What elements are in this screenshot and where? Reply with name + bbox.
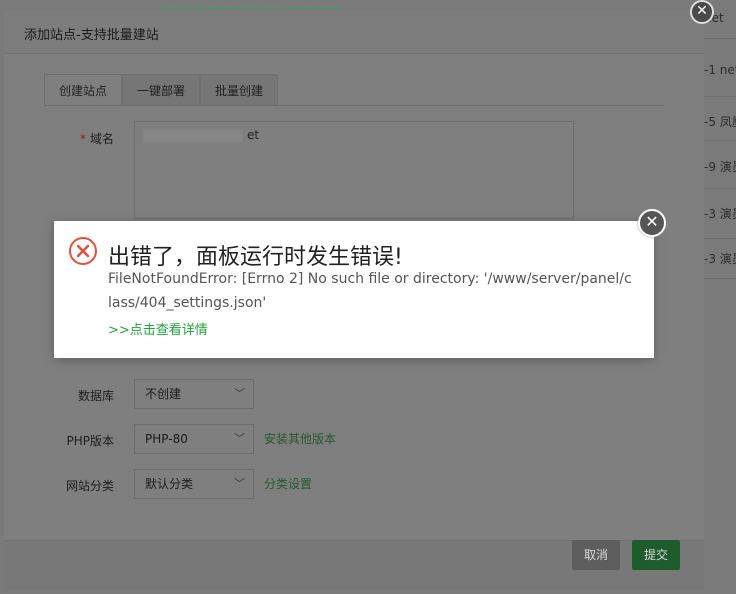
tab-divider — [44, 105, 664, 106]
divider — [700, 38, 736, 39]
submit-button[interactable]: 提交 — [632, 540, 680, 570]
list-item: -9 演员 — [704, 160, 736, 174]
site-category-label: 网站分类 — [65, 479, 114, 493]
divider — [700, 238, 736, 239]
php-version-select[interactable]: PHP-80 ﹀ — [134, 424, 254, 454]
list-item: -3 演员 — [704, 207, 736, 221]
domain-value-tail: et — [247, 128, 260, 142]
tab-bar: 创建站点 一键部署 批量创建 — [44, 74, 279, 106]
chevron-down-icon: ﹀ — [234, 387, 245, 400]
divider — [700, 278, 736, 279]
site-category-select-value: 默认分类 — [145, 477, 194, 491]
chevron-down-icon: ﹀ — [234, 477, 245, 490]
redacted-domain-text — [143, 130, 243, 142]
cancel-button[interactable]: 取消 — [572, 540, 620, 570]
error-message: FileNotFoundError: [Errno 2] No such fil… — [108, 271, 632, 311]
database-select-value: 不创建 — [145, 387, 182, 401]
close-icon[interactable]: ✕ — [690, 0, 714, 24]
error-details-link[interactable]: >>点击查看详情 — [108, 319, 208, 338]
list-item: -1 net — [704, 63, 736, 77]
divider — [700, 140, 736, 141]
required-mark: * — [79, 132, 86, 146]
php-version-select-value: PHP-80 — [145, 432, 188, 446]
tab-one-click-deploy[interactable]: 一键部署 — [122, 74, 201, 106]
database-select[interactable]: 不创建 ﹀ — [134, 379, 254, 409]
domain-label: * 域名 — [44, 130, 114, 147]
database-label: 数据库 — [77, 389, 114, 403]
background-site-list: net -1 net -5 凤凰 -9 演员 -3 演员 -3 演员 — [700, 0, 736, 330]
list-item: -3 演员 — [704, 252, 736, 266]
domain-textarea[interactable]: et — [134, 121, 574, 219]
error-circle-icon — [69, 237, 97, 265]
list-item: -5 凤凰 — [704, 115, 736, 129]
divider — [700, 96, 736, 97]
dialog-header: 添加站点-支持批量建站 — [4, 10, 704, 54]
tab-create-site[interactable]: 创建站点 — [44, 74, 123, 106]
error-popup: 出错了，面板运行时发生错误! FileNotFoundError: [Errno… — [54, 209, 666, 358]
php-version-label: PHP版本 — [66, 434, 115, 448]
category-settings-link[interactable]: 分类设置 — [264, 475, 312, 492]
tab-batch-create[interactable]: 批量创建 — [200, 74, 279, 106]
chevron-down-icon: ﹀ — [234, 432, 245, 445]
close-icon[interactable]: ✕ — [638, 209, 666, 237]
dialog-title: 添加站点-支持批量建站 — [24, 28, 159, 43]
install-other-version-link[interactable]: 安装其他版本 — [264, 430, 336, 447]
site-category-select[interactable]: 默认分类 ﹀ — [134, 469, 254, 499]
domain-label-text: 域名 — [89, 132, 114, 146]
divider — [700, 188, 736, 189]
